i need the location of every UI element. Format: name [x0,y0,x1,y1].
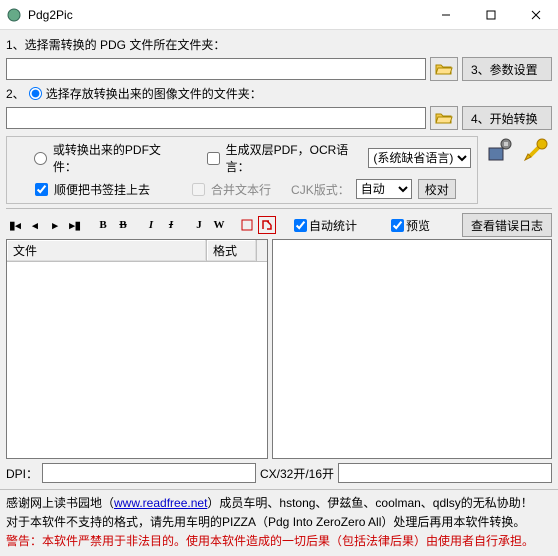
dpi-suffix: CX/32开/16开 [260,465,334,482]
cjk-layout-select[interactable]: 自动 [356,179,412,199]
wrench-tool-icon[interactable] [520,134,552,166]
output-folder-radio[interactable] [29,87,42,100]
cjk-label: CJK版式： [291,181,350,198]
col-format-header[interactable]: 格式 [207,240,257,261]
ocr-language-select[interactable]: (系统缺省语言) [368,148,471,168]
gen-dual-label: 生成双层PDF，OCR语言： [226,141,363,175]
preview-checkbox[interactable] [391,219,404,232]
tool-box-button[interactable] [238,216,256,234]
auto-stat-label: 自动统计 [309,217,357,234]
close-button[interactable] [513,0,558,30]
error-log-button[interactable]: 查看错误日志 [462,213,552,237]
tool-export-button[interactable] [258,216,276,234]
nav-last-button[interactable]: ▸▮ [66,216,84,234]
dpi-size-box [338,463,552,483]
step1-label: 1、选择需转换的 PDG 文件所在文件夹： [6,36,225,53]
readfree-link[interactable]: www.readfree.net [114,496,207,510]
maximize-button[interactable] [468,0,513,30]
pizza-note: 对于本软件不支持的格式，请先用车明的PIZZA（Pdg Into ZeroZer… [6,513,552,532]
merge-text-checkbox [192,183,205,196]
dest-folder-input[interactable] [6,107,426,129]
settings-tool-icon[interactable] [484,134,516,166]
preview-label: 预览 [406,217,430,234]
gen-dual-pdf-checkbox[interactable] [207,152,220,165]
tool-strike-button[interactable]: B [114,216,132,234]
output-pdf-radio[interactable] [34,152,47,165]
tool-j-button[interactable]: J [190,216,208,234]
bookmark-label: 顺便把书签挂上去 [54,181,150,198]
minimize-button[interactable] [423,0,468,30]
nav-next-button[interactable]: ▸ [46,216,64,234]
tool-italic-button[interactable]: I [142,216,160,234]
window-title: Pdg2Pic [28,8,423,22]
col-file-header[interactable]: 文件 [7,240,207,261]
source-folder-input[interactable] [6,58,426,80]
dpi-value-box [42,463,256,483]
pdf-options-panel: 或转换出来的PDF文件： 生成双层PDF，OCR语言： (系统缺省语言) 顺便把… [6,136,478,204]
file-table[interactable]: 文件 格式 [6,239,268,459]
preview-area [272,239,552,459]
main-content: 1、选择需转换的 PDG 文件所在文件夹： 3、参数设置 2、 选择存放转换出来… [0,30,558,489]
warning-text: 警告：本软件严禁用于非法目的。使用本软件造成的一切后果（包括法律后果）由使用者自… [6,532,552,551]
footer: 感谢网上读书园地（www.readfree.net）成员车明、hstong、伊兹… [0,489,558,556]
toolbar: ▮◂ ◂ ▸ ▸▮ B B I I J W 自动统计 预览 查看错误日志 [6,211,552,239]
credits-text-b: ）成员车明、hstong、伊兹鱼、coolman、qdlsy的无私协助！ [207,496,532,510]
proofread-button[interactable]: 校对 [418,179,456,199]
tool-italic-strike-button[interactable]: I [162,216,180,234]
dpi-label: DPI： [6,465,38,482]
tool-bold-button[interactable]: B [94,216,112,234]
credits-text-a: 感谢网上读书园地（ [6,496,114,510]
tool-w-button[interactable]: W [210,216,228,234]
titlebar: Pdg2Pic [0,0,558,30]
browse-source-button[interactable] [430,57,458,81]
params-button[interactable]: 3、参数设置 [462,57,552,81]
auto-stat-checkbox[interactable] [294,219,307,232]
folder-open-icon [435,62,453,76]
step2-prefix: 2、 [6,85,25,102]
nav-first-button[interactable]: ▮◂ [6,216,24,234]
start-button[interactable]: 4、开始转换 [462,106,552,130]
bookmark-checkbox[interactable] [35,183,48,196]
merge-text-label: 合并文本行 [211,181,271,198]
or-pdf-label: 或转换出来的PDF文件： [53,141,176,175]
app-icon [6,7,22,23]
browse-dest-button[interactable] [430,106,458,130]
folder-open-icon [435,111,453,125]
nav-prev-button[interactable]: ◂ [26,216,44,234]
step2-label: 选择存放转换出来的图像文件的文件夹： [46,85,262,102]
